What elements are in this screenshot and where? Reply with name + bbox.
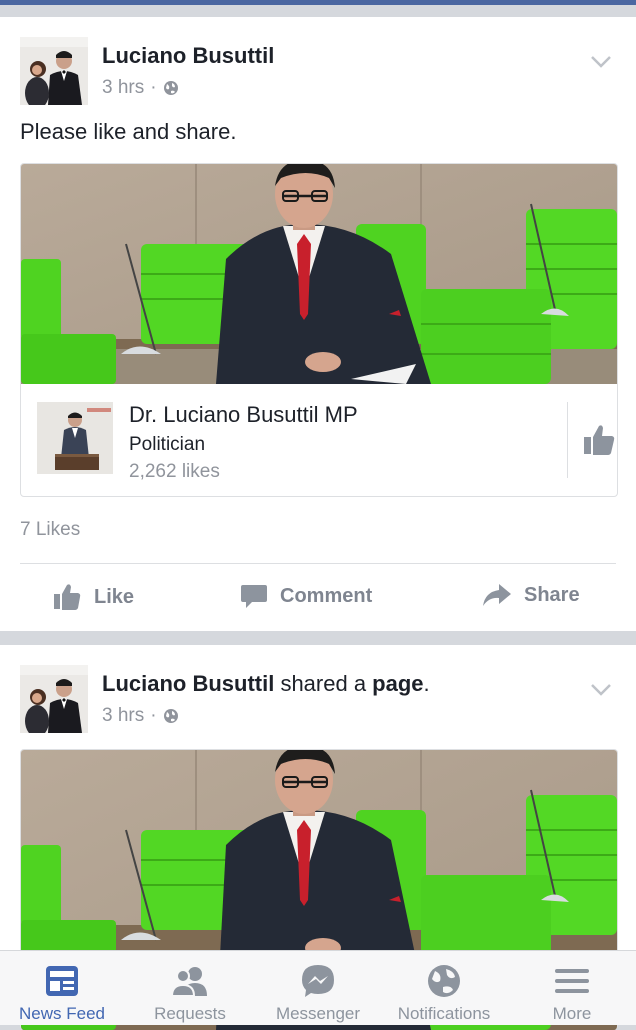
shared-object-link[interactable]: page: [372, 671, 423, 696]
public-audience-icon: [163, 80, 179, 96]
page-profile-thumbnail[interactable]: [37, 402, 113, 474]
author-name[interactable]: Luciano Busuttil: [102, 43, 274, 68]
post-options-chevron-icon[interactable]: [590, 683, 612, 697]
page-info-row: Dr. Luciano Busuttil MP Politician 2,262…: [21, 384, 617, 495]
globe-notifications-icon: [428, 965, 460, 997]
post-meta: 3 hrs ·: [102, 705, 179, 727]
comment-button[interactable]: Comment: [240, 583, 372, 609]
tab-more[interactable]: More: [510, 951, 634, 1025]
page-row-divider: [567, 402, 568, 478]
like-label: Like: [94, 585, 135, 608]
tab-label: More: [552, 1004, 592, 1023]
tab-label: Requests: [154, 1004, 226, 1023]
share-button[interactable]: Share: [482, 583, 580, 607]
author-avatar[interactable]: [20, 665, 88, 733]
comment-bubble-icon: [241, 585, 267, 608]
like-button[interactable]: Like: [52, 583, 134, 611]
top-status-strip: [0, 0, 636, 5]
menu-icon: [555, 969, 589, 993]
headline-verb: shared a: [274, 671, 373, 696]
author-name[interactable]: Luciano Busuttil: [102, 671, 274, 696]
tab-label: Messenger: [275, 1004, 361, 1023]
page-name[interactable]: Dr. Luciano Busuttil MP: [129, 402, 358, 428]
thumbs-up-icon: [54, 584, 81, 610]
friend-requests-icon: [170, 967, 207, 997]
news-feed-icon: [46, 966, 78, 996]
author-avatar[interactable]: [20, 37, 88, 105]
meta-separator: ·: [150, 77, 157, 98]
post-text: Please like and share.: [20, 119, 237, 144]
headline-end: .: [423, 671, 430, 696]
post-options-chevron-icon[interactable]: [590, 55, 612, 69]
post-time[interactable]: 3 hrs: [102, 77, 144, 99]
tab-notifications[interactable]: Notifications: [382, 951, 506, 1025]
page-cover-photo[interactable]: [21, 164, 617, 384]
tab-messenger[interactable]: Messenger: [256, 951, 380, 1025]
page-like-count: 2,262 likes: [129, 461, 220, 482]
share-label: Share: [524, 583, 580, 606]
tab-label: Notifications: [397, 1004, 491, 1023]
tab-label: News Feed: [19, 1004, 105, 1023]
public-audience-icon: [163, 708, 179, 724]
post-like-count[interactable]: 7 Likes: [20, 519, 80, 541]
feed-post: Luciano Busuttil 3 hrs · Please like and…: [0, 17, 636, 631]
page-category: Politician: [129, 434, 206, 455]
like-page-thumbs-up-icon[interactable]: [581, 422, 617, 458]
messenger-icon: [302, 965, 334, 997]
shared-page-card[interactable]: Dr. Luciano Busuttil MP Politician 2,262…: [20, 163, 618, 497]
action-divider: [20, 563, 616, 564]
post-meta: 3 hrs ·: [102, 77, 179, 99]
meta-separator: ·: [150, 705, 157, 726]
post-headline: Luciano Busuttil shared a page.: [102, 671, 430, 697]
bottom-tab-bar: News Feed Requests Messenger Notificatio…: [0, 950, 636, 1025]
tab-requests[interactable]: Requests: [128, 951, 252, 1025]
share-arrow-icon: [483, 584, 511, 606]
post-time[interactable]: 3 hrs: [102, 705, 144, 727]
comment-label: Comment: [280, 584, 373, 607]
tab-news-feed[interactable]: News Feed: [0, 951, 124, 1025]
